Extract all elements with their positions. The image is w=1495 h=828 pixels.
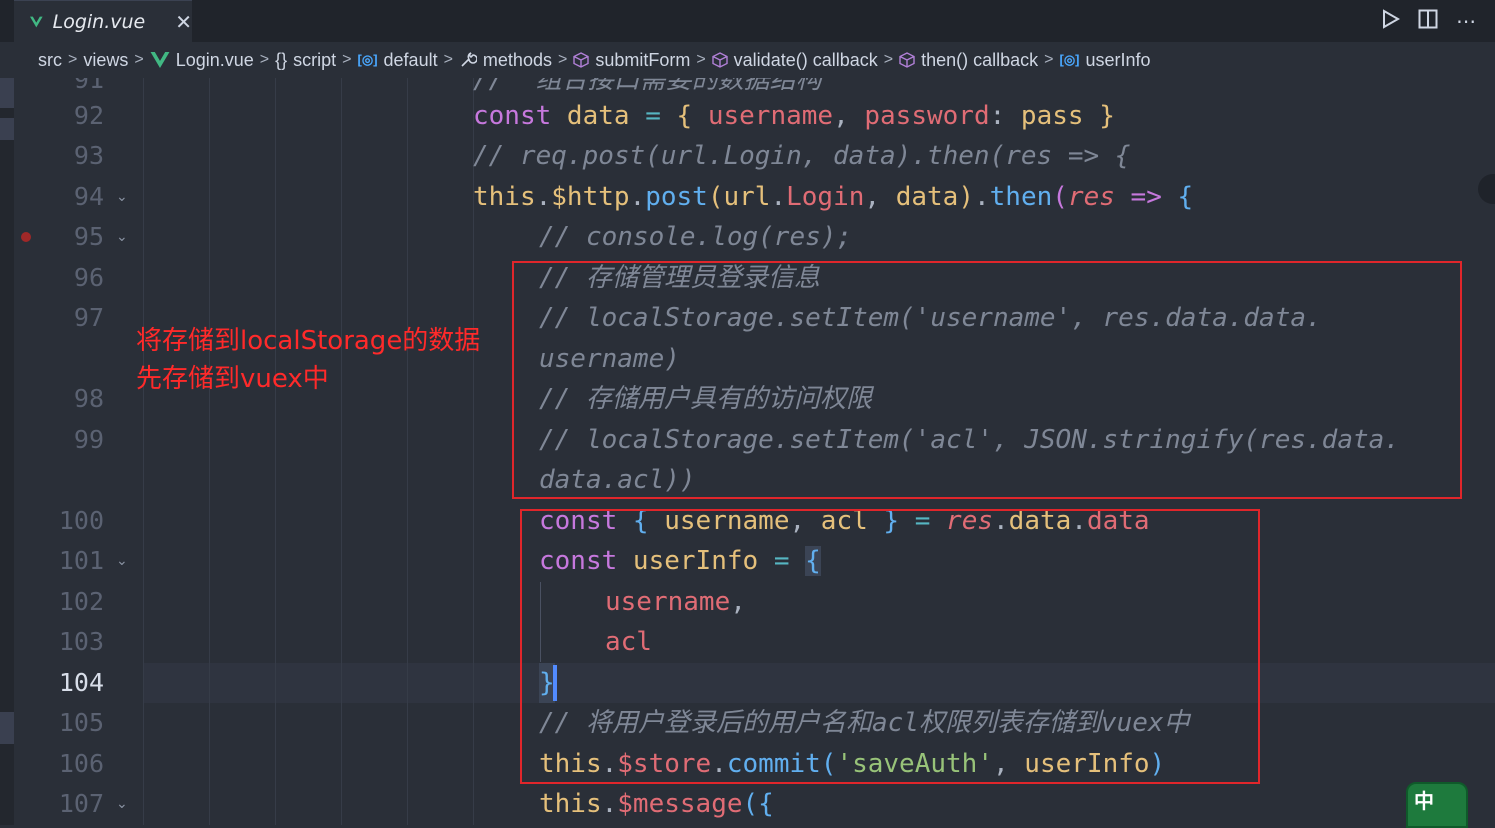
- vue-icon: [30, 16, 43, 28]
- code-line-107: 107 ⌄ this.$message({: [0, 784, 1495, 824]
- line-number: 99: [73, 425, 104, 454]
- more-actions-icon[interactable]: ⋯: [1456, 9, 1477, 33]
- code-text: this.$message({: [539, 789, 774, 819]
- fold-chevron-icon[interactable]: ⌄: [116, 177, 136, 217]
- close-icon[interactable]: ✕: [175, 10, 192, 34]
- editor-tab-bar: Login.vue ✕ ⋯: [0, 0, 1495, 43]
- breadcrumb-validate-callback[interactable]: validate() callback: [711, 50, 878, 71]
- editor-actions: ⋯: [1382, 0, 1495, 42]
- line-number: 95: [73, 222, 104, 251]
- code-comment: // console.log(res);: [539, 222, 853, 252]
- line-number: 103: [58, 627, 104, 656]
- chevron-right-icon: >: [1044, 51, 1054, 68]
- code-line-93: 93 // req.post(url.Login, data).then(res…: [0, 136, 1495, 176]
- braces-icon: {}: [275, 49, 288, 70]
- object-icon: [◎]: [1059, 52, 1080, 67]
- tab-login-vue[interactable]: Login.vue ✕: [14, 0, 192, 43]
- line-number: 100: [58, 506, 104, 535]
- chevron-right-icon: >: [557, 51, 568, 68]
- breadcrumb-default[interactable]: [◎] default: [358, 50, 438, 71]
- breadcrumb-methods[interactable]: methods: [459, 50, 552, 71]
- chevron-right-icon: >: [68, 51, 78, 68]
- line-number: 96: [73, 263, 104, 292]
- vue-icon: [150, 52, 170, 68]
- fold-chevron-icon[interactable]: ⌄: [116, 217, 136, 257]
- code-text: const data = { username, password: pass …: [473, 101, 1115, 131]
- run-icon[interactable]: [1382, 9, 1401, 33]
- line-number-active: 104: [58, 668, 104, 697]
- breadcrumb-src[interactable]: src: [38, 50, 62, 71]
- breadcrumb: src > views > Login.vue > {} script > [◎]…: [0, 42, 1495, 78]
- code-text: this.$http.post(url.Login, data).then(re…: [473, 182, 1194, 212]
- split-editor-icon[interactable]: [1418, 9, 1438, 33]
- line-number: 93: [73, 141, 104, 170]
- code-editor[interactable]: 91 // 组合接口需要的数据结构 92 const data = { user…: [0, 78, 1495, 825]
- breadcrumb-script[interactable]: {} script: [275, 50, 336, 71]
- chevron-right-icon: >: [342, 51, 352, 68]
- code-comment: // req.post(url.Login, data).then(res =>…: [473, 141, 1131, 171]
- code-line-95: 95 ⌄ // console.log(res);: [0, 217, 1495, 257]
- ime-indicator[interactable]: 中: [1406, 782, 1468, 828]
- annotation-line-2: 先存储到vuex中: [136, 364, 329, 394]
- line-number: 101: [58, 546, 104, 575]
- breadcrumb-login-vue[interactable]: Login.vue: [150, 50, 254, 71]
- line-number: 107: [58, 789, 104, 818]
- annotation-note: 将存储到localStorage的数据 先存储到vuex中: [136, 322, 480, 398]
- fold-chevron-icon[interactable]: ⌄: [116, 784, 136, 824]
- tab-filename: Login.vue: [52, 11, 146, 33]
- line-number: 94: [73, 182, 104, 211]
- chevron-right-icon: >: [883, 51, 894, 68]
- line-number: 98: [73, 384, 104, 413]
- breadcrumb-submitform[interactable]: submitForm: [573, 50, 690, 71]
- chevron-right-icon: >: [259, 51, 270, 68]
- fold-chevron-icon[interactable]: ⌄: [116, 541, 136, 581]
- code-line-92: 92 const data = { username, password: pa…: [0, 96, 1495, 136]
- chevron-right-icon: >: [134, 51, 144, 68]
- breadcrumb-views[interactable]: views: [83, 50, 128, 71]
- annotation-box-localstorage: [512, 261, 1462, 499]
- code-line-94: 94 ⌄ this.$http.post(url.Login, data).th…: [0, 177, 1495, 217]
- annotation-box-vuex: [520, 509, 1260, 784]
- cube-icon: [899, 52, 915, 68]
- line-number: 102: [58, 587, 104, 616]
- wrench-icon: [461, 52, 477, 67]
- object-icon: [◎]: [357, 52, 378, 67]
- cube-icon: [573, 52, 590, 68]
- line-number: 92: [73, 101, 104, 130]
- chevron-right-icon: >: [443, 51, 453, 68]
- line-number: 97: [73, 303, 104, 332]
- line-number: 106: [58, 749, 104, 778]
- breadcrumb-then-callback[interactable]: then() callback: [899, 50, 1038, 71]
- breadcrumb-userinfo[interactable]: [◎] userInfo: [1059, 50, 1150, 71]
- chevron-right-icon: >: [696, 51, 706, 68]
- line-number: 105: [58, 708, 104, 737]
- annotation-line-1: 将存储到localStorage的数据: [136, 326, 481, 356]
- cube-icon: [711, 52, 728, 68]
